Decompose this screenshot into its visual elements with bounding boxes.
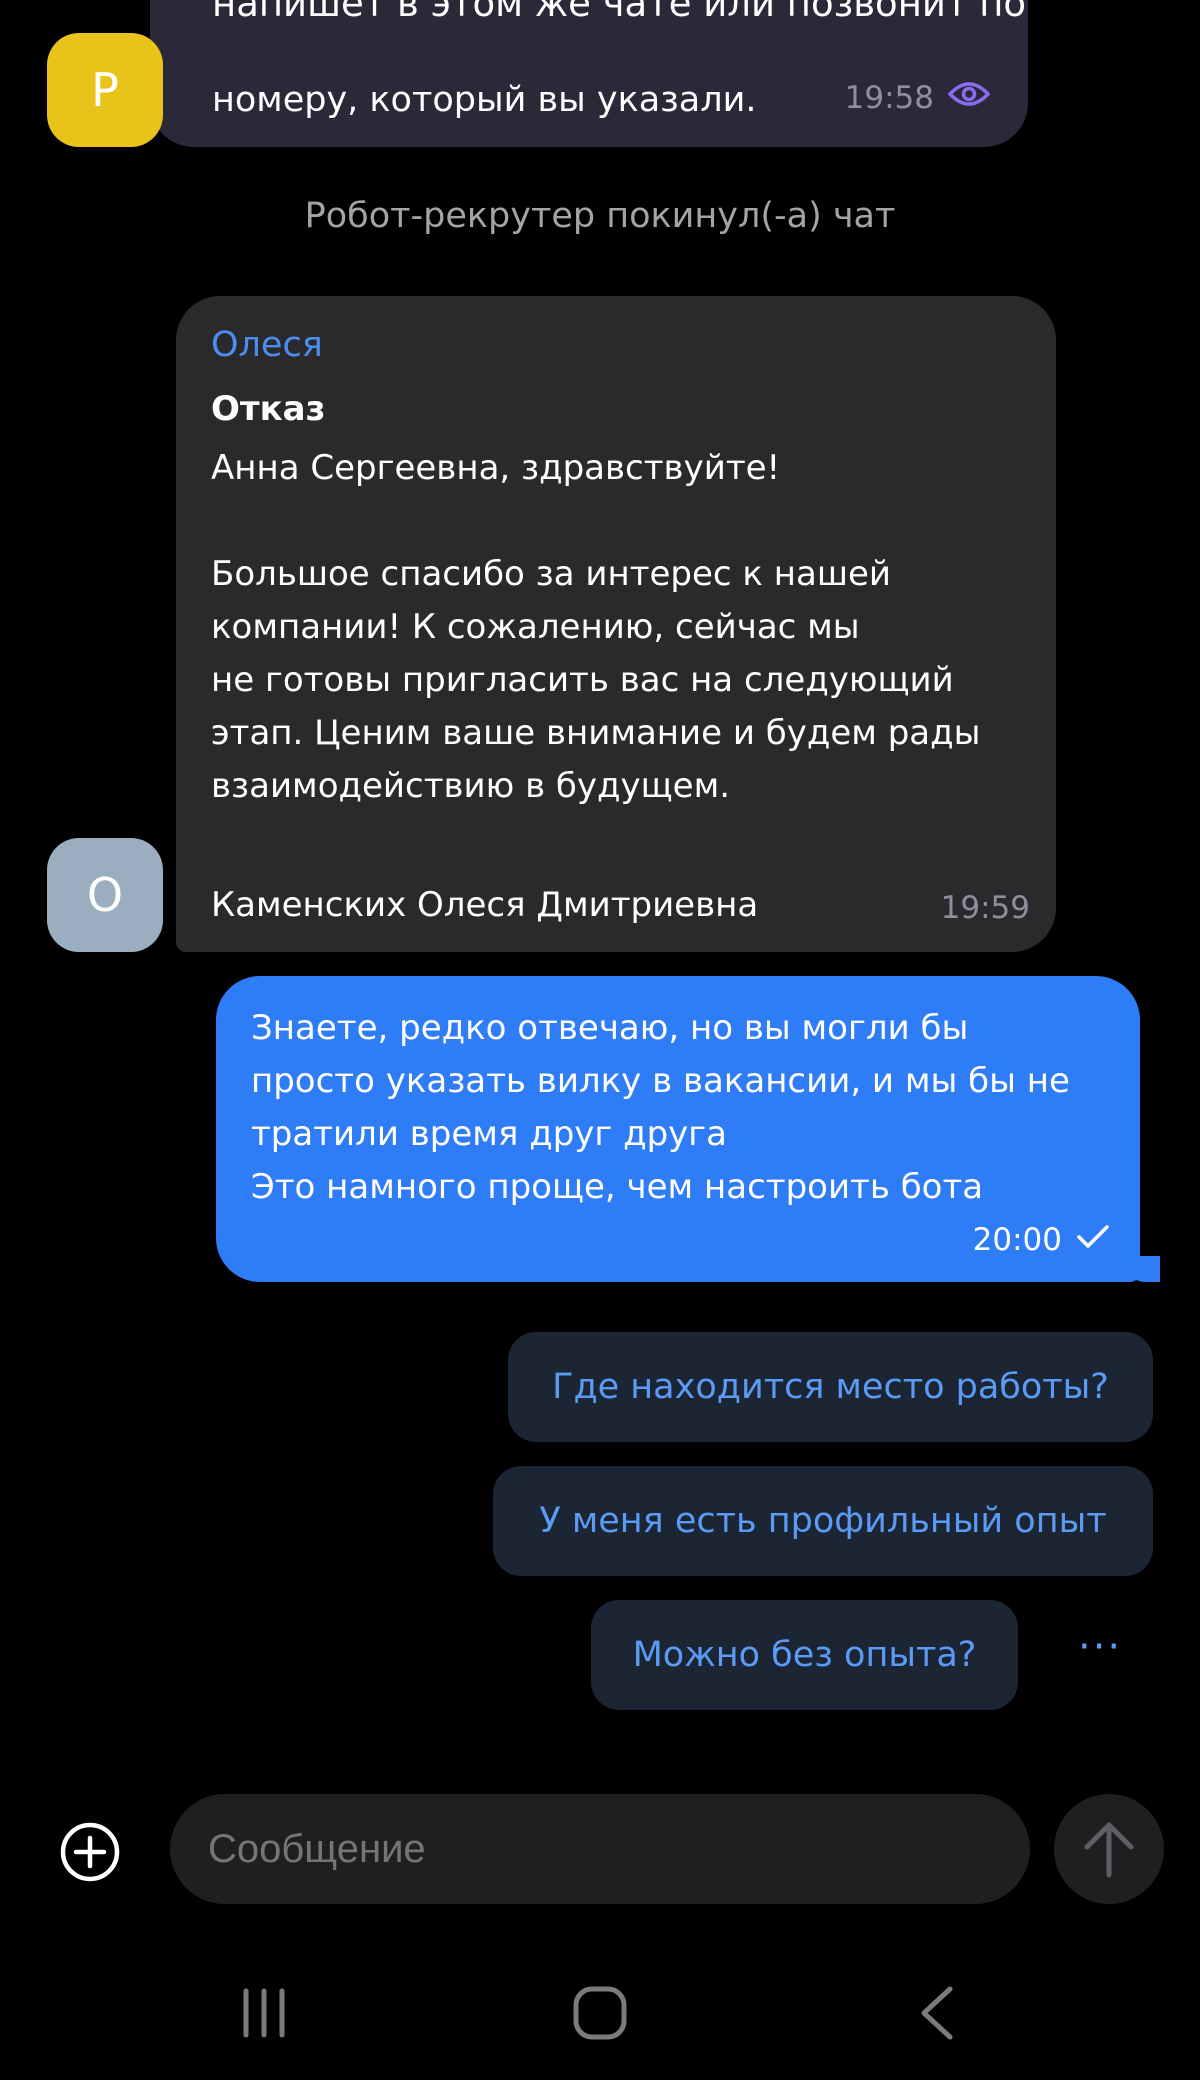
robot-message-bubble: напишет в этом же чате или позвонит по н… [150, 0, 1028, 147]
message-greeting: Анна Сергеевна, здравствуйте! [211, 448, 781, 488]
robot-message-cut-line: напишет в этом же чате или позвонит по [212, 0, 1027, 25]
message-time: 19:59 [940, 890, 1030, 926]
avatar-olesya[interactable]: О [47, 838, 163, 952]
message-input[interactable] [170, 1794, 1030, 1904]
message-time: 19:58 [844, 80, 934, 116]
more-options-button[interactable]: ··· [1078, 1624, 1122, 1670]
outgoing-message-bubble: Знаете, редко отвечаю, но вы могли бы пр… [216, 976, 1140, 1282]
avatar-robot[interactable]: Р [47, 33, 163, 147]
nav-home-button[interactable] [560, 1978, 640, 2048]
message-subject: Отказ [211, 389, 326, 429]
incoming-message-meta: 19:59 [941, 890, 1030, 926]
chat-screen: напишет в этом же чате или позвонит по н… [0, 0, 1200, 2080]
nav-back-button[interactable] [896, 1978, 976, 2048]
robot-message-meta: 19:58 [844, 80, 991, 116]
send-button[interactable] [1054, 1794, 1164, 1904]
message-signature: Каменских Олеся Дмитриевна [211, 885, 759, 925]
home-icon [573, 1986, 627, 2040]
system-message: Робот-рекрутер покинул(-а) чат [304, 196, 896, 236]
quick-reply-workplace-location[interactable]: Где находится место работы? [508, 1332, 1153, 1442]
quick-reply-have-experience[interactable]: У меня есть профильный опыт [493, 1466, 1153, 1576]
recent-apps-icon [243, 1988, 285, 2038]
back-chevron-icon [921, 1986, 953, 2040]
outgoing-message-meta: 20:00 [973, 1222, 1110, 1258]
quick-reply-no-experience[interactable]: Можно без опыта? [591, 1600, 1018, 1710]
nav-recent-apps-button[interactable] [224, 1978, 304, 2048]
sender-name[interactable]: Олеся [211, 324, 1020, 366]
check-icon [1076, 1222, 1110, 1258]
message-body: Большое спасибо за интерес к нашей компа… [211, 554, 981, 806]
robot-message-text: номеру, который вы указали. [212, 80, 757, 120]
plus-circle-icon [60, 1822, 120, 1882]
arrow-up-icon [1084, 1822, 1134, 1878]
message-time: 20:00 [972, 1222, 1062, 1258]
outgoing-message-text: Знаете, редко отвечаю, но вы могли бы пр… [251, 1008, 1070, 1207]
eye-icon [947, 80, 991, 116]
add-attachment-button[interactable] [58, 1820, 122, 1884]
incoming-message-bubble: Олеся Отказ Анна Сергеевна, здравствуйте… [176, 296, 1056, 952]
